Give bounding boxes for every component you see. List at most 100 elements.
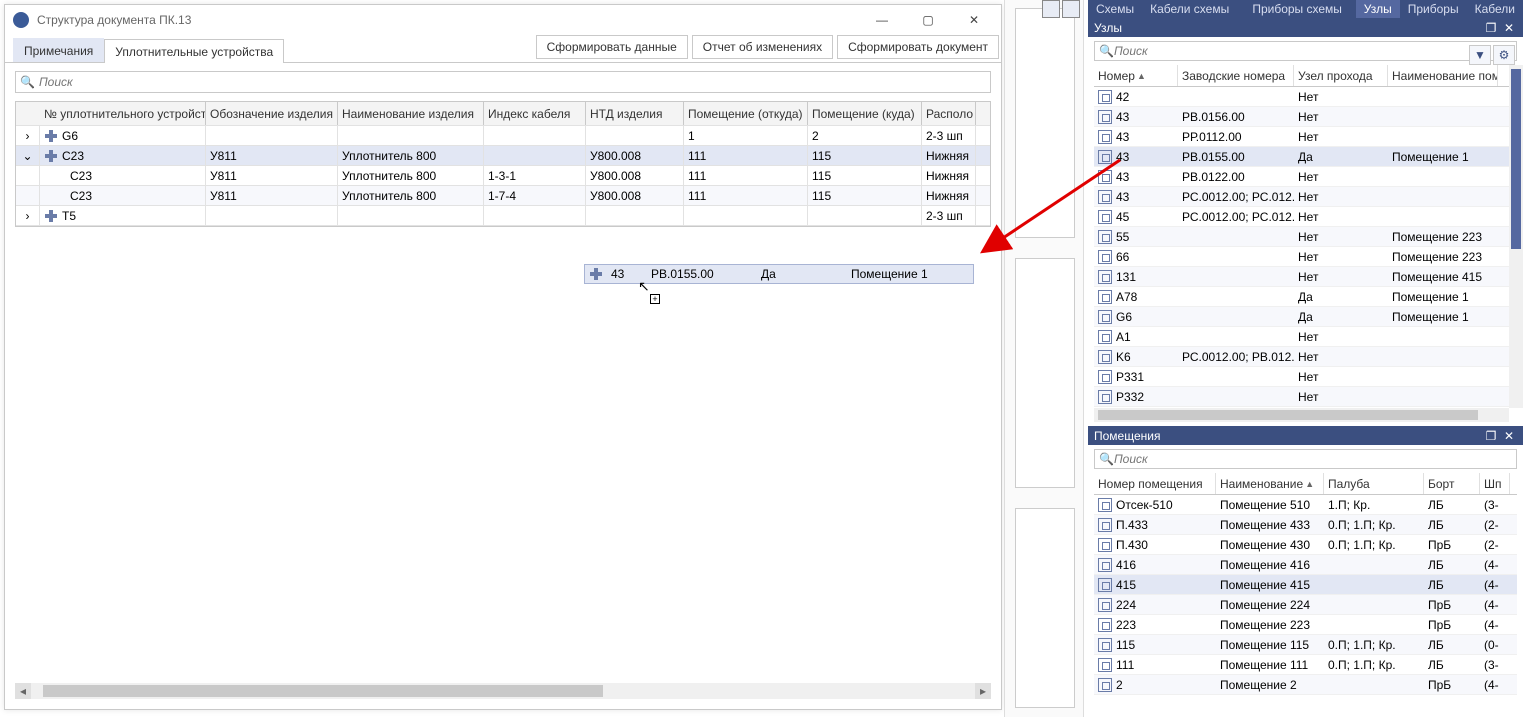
col-no[interactable]: № уплотнительного устройства [40,102,206,125]
list-item[interactable]: 223Помещение 223ПрБ(4- [1094,615,1517,635]
filter-icon[interactable]: ▼ [1469,45,1491,65]
restore-icon[interactable]: ❐ [1483,428,1499,444]
nav-tab[interactable]: Приборы [1400,0,1467,18]
restore-icon[interactable]: ❐ [1483,20,1499,36]
list-item[interactable]: П.430Помещение 4300.П; 1.П; Кр.ПрБ(2- [1094,535,1517,555]
table-row[interactable]: ›Т52-3 шп [16,206,990,226]
nav-tab[interactable]: Кабели [1467,0,1523,18]
col-to[interactable]: Помещение (куда) [808,102,922,125]
col-palub[interactable]: Палуба [1324,473,1424,494]
search-bar[interactable]: 🔍 [15,71,991,93]
form-document-button[interactable]: Сформировать документ [837,35,999,59]
list-item[interactable]: 415Помещение 415ЛБ(4- [1094,575,1517,595]
col-naim[interactable]: Наименование▲ [1216,473,1324,494]
close-icon[interactable]: ✕ [1501,20,1517,36]
nodes-panel: Узлы ❐ ✕ 🔍 ▼ ⚙ Номер▲ Заводские номера У… [1088,18,1523,422]
ghost-zav: РВ.0155.00 [647,265,757,283]
seal-devices-grid: № уплотнительного устройства Обозначение… [15,101,991,227]
col-from[interactable]: Помещение (откуда) [684,102,808,125]
list-item[interactable]: 43РВ.0156.00Нет [1094,107,1517,127]
nav-tab[interactable]: Схемы [1088,0,1142,18]
grid-header: № уплотнительного устройства Обозначение… [16,102,990,126]
col-obozn[interactable]: Обозначение изделия [206,102,338,125]
table-row[interactable]: ›G6122-3 шп [16,126,990,146]
panel-title: Узлы [1094,21,1122,35]
nav-tab[interactable]: Приборы схемы С4 [1244,0,1355,18]
list-item[interactable]: Отсек-510Помещение 5101.П; Кр.ЛБ(3- [1094,495,1517,515]
scroll-thumb[interactable] [43,685,603,697]
col-nomer[interactable]: Номер помещения [1094,473,1216,494]
list-item[interactable]: P331Нет [1094,367,1517,387]
room-icon [1098,618,1112,632]
table-row[interactable]: ⌄C23У811Уплотнитель 800У800.008111115Ниж… [16,146,990,166]
list-item[interactable]: 43РС.0012.00; РС.012...Нет [1094,187,1517,207]
col-index[interactable]: Индекс кабеля [484,102,586,125]
list-item[interactable]: 115Помещение 1150.П; 1.П; Кр.ЛБ(0- [1094,635,1517,655]
nav-tab[interactable]: Узлы [1356,0,1400,18]
list-item[interactable]: P332Нет [1094,387,1517,407]
nav-tab[interactable]: Кабели схемы С4 [1142,0,1244,18]
horizontal-scrollbar[interactable]: ◂ ▸ [15,683,991,699]
node-icon [1098,370,1112,384]
list-item[interactable]: 43РВ.0155.00ДаПомещение 1 [1094,147,1517,167]
col-bort[interactable]: Борт [1424,473,1480,494]
close-button[interactable]: ✕ [951,5,997,35]
col-naim[interactable]: Наименование изделия [338,102,484,125]
list-item[interactable]: 66НетПомещение 223 [1094,247,1517,267]
list-item[interactable]: 224Помещение 224ПрБ(4- [1094,595,1517,615]
tab-notes[interactable]: Примечания [13,38,104,62]
table-row[interactable]: C23У811Уплотнитель 8001-3-1У800.00811111… [16,166,990,186]
close-icon[interactable]: ✕ [1501,428,1517,444]
list-item[interactable]: А78ДаПомещение 1 [1094,287,1517,307]
list-item[interactable]: 55НетПомещение 223 [1094,227,1517,247]
node-icon [1098,230,1112,244]
list-item[interactable]: 131НетПомещение 415 [1094,267,1517,287]
list-item[interactable]: K6РС.0012.00; РВ.012...Нет [1094,347,1517,367]
rooms-search-input[interactable] [1114,452,1512,466]
list-item[interactable]: 111Помещение 1110.П; 1.П; Кр.ЛБ(3- [1094,655,1517,675]
node-icon [1098,350,1112,364]
col-pom[interactable]: Наименование поме [1388,65,1498,86]
rooms-search[interactable]: 🔍 [1094,449,1517,469]
ghost-no: 43 [607,265,647,283]
form-data-button[interactable]: Сформировать данные [536,35,688,59]
scroll-thumb[interactable] [1098,410,1478,420]
col-nomer[interactable]: Номер▲ [1094,65,1178,86]
list-item[interactable]: 43РВ.0122.00Нет [1094,167,1517,187]
node-icon [1098,270,1112,284]
settings-icon[interactable]: ⚙ [1493,45,1515,65]
scroll-right-icon[interactable]: ▸ [975,683,991,699]
list-item[interactable]: 43РР.0112.00Нет [1094,127,1517,147]
col-zav[interactable]: Заводские номера [1178,65,1294,86]
vertical-scrollbar[interactable] [1509,65,1523,408]
nodes-search[interactable]: 🔍 [1094,41,1517,61]
maximize-button[interactable]: ▢ [905,5,951,35]
room-icon [1098,578,1112,592]
list-item[interactable]: 45РС.0012.00; РС.012...Нет [1094,207,1517,227]
change-report-button[interactable]: Отчет об изменениях [692,35,833,59]
minimize-button[interactable]: — [859,5,905,35]
nodes-search-input[interactable] [1114,44,1512,58]
scroll-thumb[interactable] [1511,69,1521,249]
room-icon [1098,678,1112,692]
list-item[interactable]: 416Помещение 416ЛБ(4- [1094,555,1517,575]
toolbar-icon[interactable] [1042,0,1060,18]
list-item[interactable]: 42Нет [1094,87,1517,107]
list-item[interactable]: А1Нет [1094,327,1517,347]
list-item[interactable]: П.433Помещение 4330.П; 1.П; Кр.ЛБ(2- [1094,515,1517,535]
table-row[interactable]: C23У811Уплотнитель 8001-7-4У800.00811111… [16,186,990,206]
node-icon [1098,110,1112,124]
horizontal-scrollbar[interactable] [1094,408,1509,422]
search-input[interactable] [39,75,986,89]
col-proh[interactable]: Узел прохода [1294,65,1388,86]
node-icon [1098,310,1112,324]
tab-seal-devices[interactable]: Уплотнительные устройства [104,39,284,63]
col-rasp[interactable]: Располо [922,102,976,125]
list-item[interactable]: G6ДаПомещение 1 [1094,307,1517,327]
toolbar-icon[interactable] [1062,0,1080,18]
scroll-left-icon[interactable]: ◂ [15,683,31,699]
col-ntd[interactable]: НТД изделия [586,102,684,125]
list-item[interactable]: 2Помещение 2ПрБ(4- [1094,675,1517,695]
col-shp[interactable]: Шп [1480,473,1510,494]
node-icon [1098,150,1112,164]
